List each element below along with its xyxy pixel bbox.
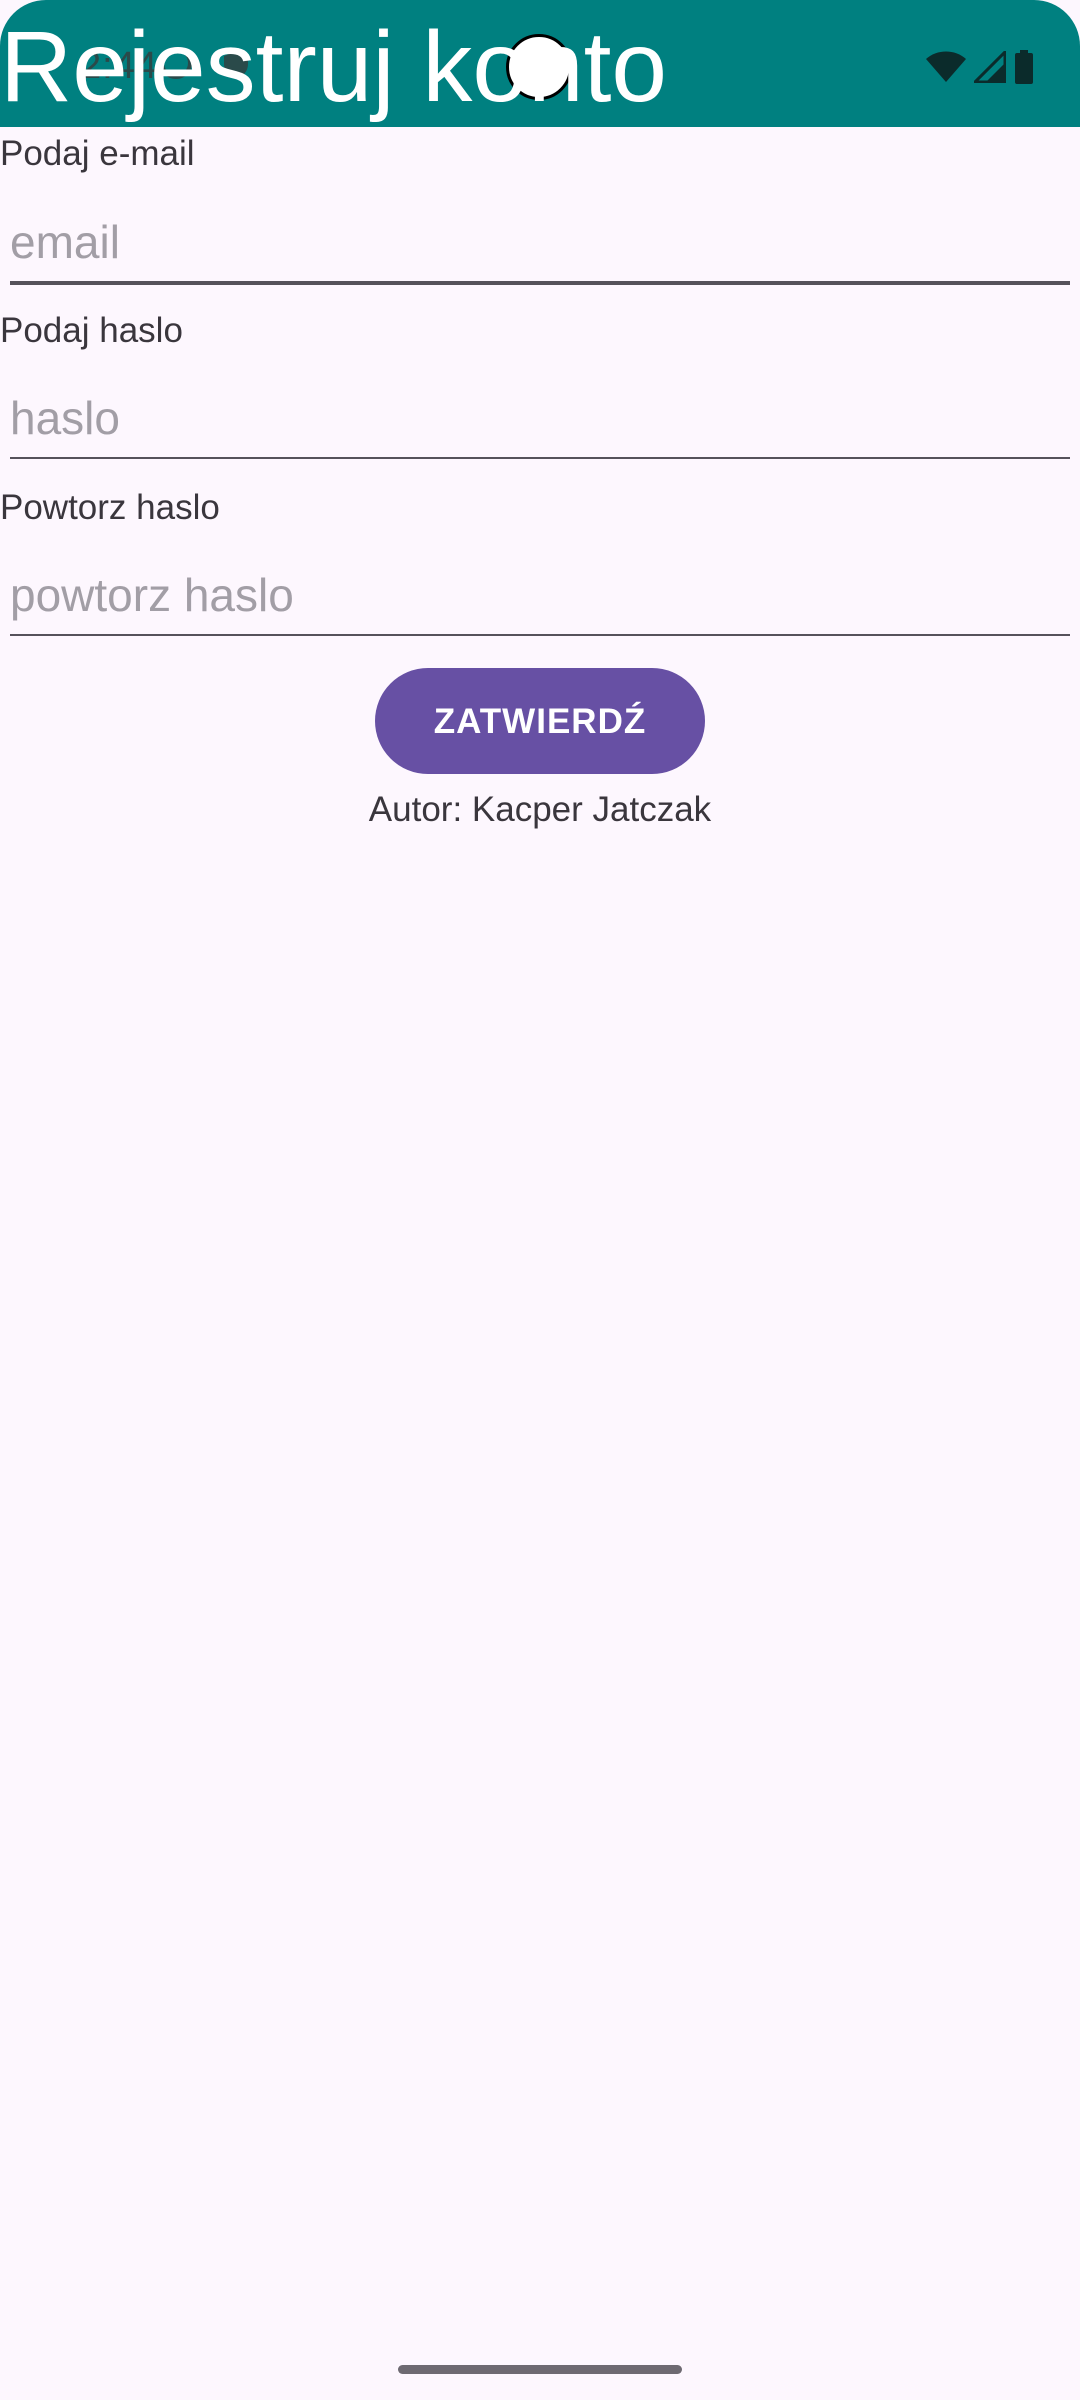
page-title: Rejestruj konto bbox=[0, 11, 667, 123]
repeat-password-underline bbox=[10, 634, 1070, 636]
password-label: Podaj haslo bbox=[0, 311, 183, 350]
signal-icon bbox=[974, 51, 1006, 83]
repeat-password-label: Powtorz haslo bbox=[0, 488, 220, 527]
wifi-icon bbox=[926, 51, 966, 82]
email-underline bbox=[10, 281, 1070, 285]
app-bar: 2:44 Rejestruj konto bbox=[0, 0, 1080, 127]
repeat-password-field[interactable] bbox=[10, 555, 1070, 635]
screen: 2:44 Rejestruj konto Podaj e-mail Podaj … bbox=[0, 0, 1080, 2400]
status-icons bbox=[926, 50, 1034, 84]
email-field[interactable] bbox=[10, 202, 1070, 282]
password-field[interactable] bbox=[10, 378, 1070, 458]
submit-button[interactable]: ZATWIERDŹ bbox=[375, 668, 705, 774]
email-label: Podaj e-mail bbox=[0, 134, 195, 173]
password-underline bbox=[10, 457, 1070, 459]
battery-icon bbox=[1015, 50, 1033, 84]
author-text: Autor: Kacper Jatczak bbox=[368, 790, 712, 829]
gesture-nav-handle[interactable] bbox=[398, 2365, 682, 2374]
